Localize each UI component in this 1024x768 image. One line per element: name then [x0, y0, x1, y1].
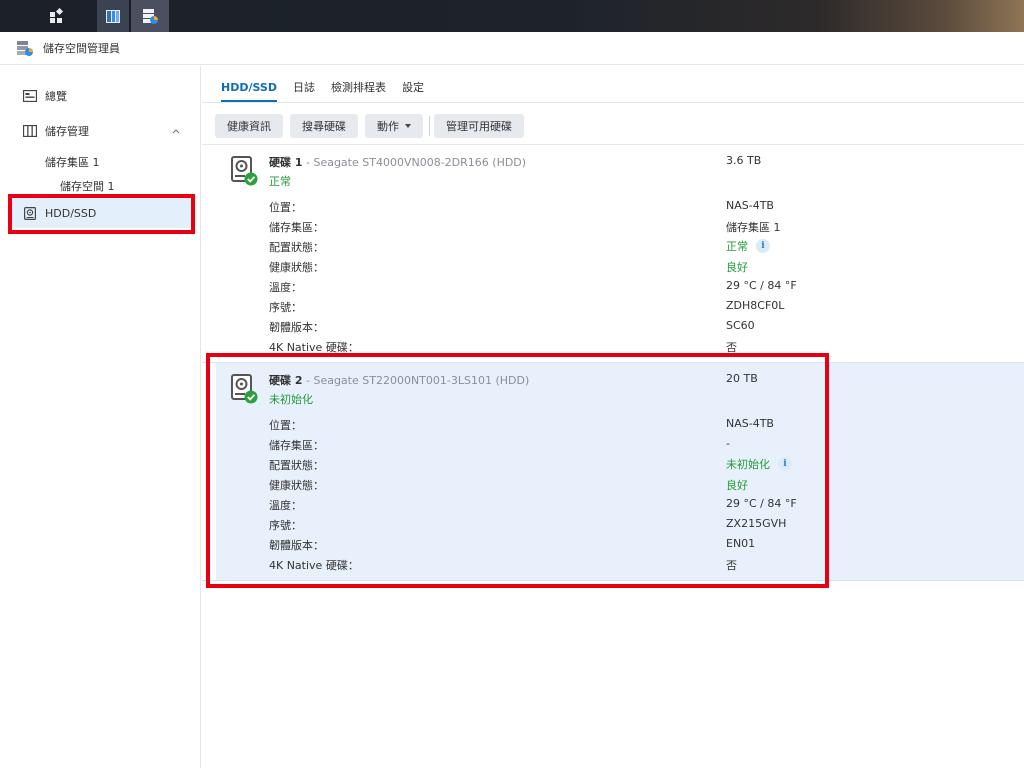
tab-bar: HDD/SSD 日誌 檢測排程表 設定	[213, 66, 432, 102]
storage-icon	[23, 124, 37, 138]
disk-number: 硬碟 1	[269, 156, 303, 169]
value-location: NAS-4TB	[726, 199, 774, 212]
manage-available-disks-button[interactable]: 管理可用硬碟	[434, 114, 524, 138]
action-label: 動作	[377, 120, 399, 133]
sidebar-item-overview[interactable]: 總覽	[10, 81, 192, 111]
info-icon[interactable]: i	[756, 239, 770, 253]
label-serial: 序號：	[269, 301, 302, 314]
disk-item-1[interactable]: 硬碟 1 - Seagate ST4000VN008-2DR166 (HDD) …	[216, 145, 1024, 362]
highlight-box-disk-2	[206, 353, 829, 588]
tab-hdd-ssd[interactable]: HDD/SSD	[213, 66, 285, 102]
tab-logs[interactable]: 日誌	[285, 66, 323, 102]
sidebar-item-storage[interactable]: 儲存管理	[10, 116, 192, 146]
main-menu-button[interactable]	[25, 0, 89, 32]
grid-icon	[50, 8, 64, 23]
value-pool: 儲存集區 1	[726, 221, 781, 234]
disk-num: 1	[294, 156, 303, 169]
disk-prefix: 硬碟	[269, 156, 295, 169]
value-serial: ZDH8CF0L	[726, 299, 785, 312]
disk-name: 硬碟 1 - Seagate ST4000VN008-2DR166 (HDD)	[269, 154, 526, 170]
label-health: 健康狀態：	[269, 261, 324, 274]
label-alloc: 配置狀態：	[269, 241, 324, 254]
value-alloc: 正常 i	[726, 238, 770, 254]
label-firmware: 韌體版本：	[269, 321, 324, 334]
sidebar-item-label: 總覽	[45, 90, 67, 103]
action-dropdown-button[interactable]: 動作	[365, 114, 423, 138]
storage-manager-icon	[143, 9, 158, 24]
health-info-button[interactable]: 健康資訊	[215, 114, 283, 138]
sidebar: 總覽 儲存管理 儲存集區 1 儲存空間 1 HDD/SSD	[0, 66, 201, 768]
taskbar	[0, 0, 1024, 32]
storage-manager-icon	[17, 41, 33, 56]
tab-test-schedule[interactable]: 檢測排程表	[323, 66, 394, 102]
chevron-up-icon[interactable]	[172, 127, 180, 135]
sidebar-item-pool[interactable]: 儲存集區 1	[45, 154, 100, 170]
alloc-text: 正常	[726, 240, 748, 253]
disk-capacity: 3.6 TB	[726, 154, 762, 167]
caret-down-icon	[405, 124, 411, 128]
disk-model: - Seagate ST4000VN008-2DR166 (HDD)	[302, 156, 527, 169]
window-title: 儲存空間管理員	[43, 42, 120, 55]
window-titlebar: 儲存空間管理員	[0, 32, 1024, 65]
value-health: 良好	[726, 261, 748, 274]
toolbar: 健康資訊 搜尋硬碟 動作 管理可用硬碟	[215, 114, 531, 138]
tab-settings[interactable]: 設定	[394, 66, 432, 102]
highlight-box-sidebar	[8, 194, 195, 234]
hdd-ok-icon	[231, 156, 258, 186]
sidebar-item-volume[interactable]: 儲存空間 1	[60, 178, 115, 194]
disk-status: 正常	[269, 175, 291, 188]
sidebar-item-label: 儲存管理	[45, 125, 89, 138]
label-pool: 儲存集區：	[269, 221, 324, 234]
search-disk-button[interactable]: 搜尋硬碟	[290, 114, 358, 138]
taskbar-app-storage[interactable]	[131, 0, 169, 32]
value-firmware: SC60	[726, 319, 755, 332]
label-location: 位置：	[269, 201, 302, 214]
overview-icon	[23, 89, 37, 103]
package-center-icon	[106, 10, 120, 23]
value-temp: 29 °C / 84 °F	[726, 279, 797, 292]
label-temp: 溫度：	[269, 281, 302, 294]
divider	[202, 102, 1024, 103]
toolbar-separator	[429, 116, 430, 136]
taskbar-app-package[interactable]	[97, 0, 129, 32]
